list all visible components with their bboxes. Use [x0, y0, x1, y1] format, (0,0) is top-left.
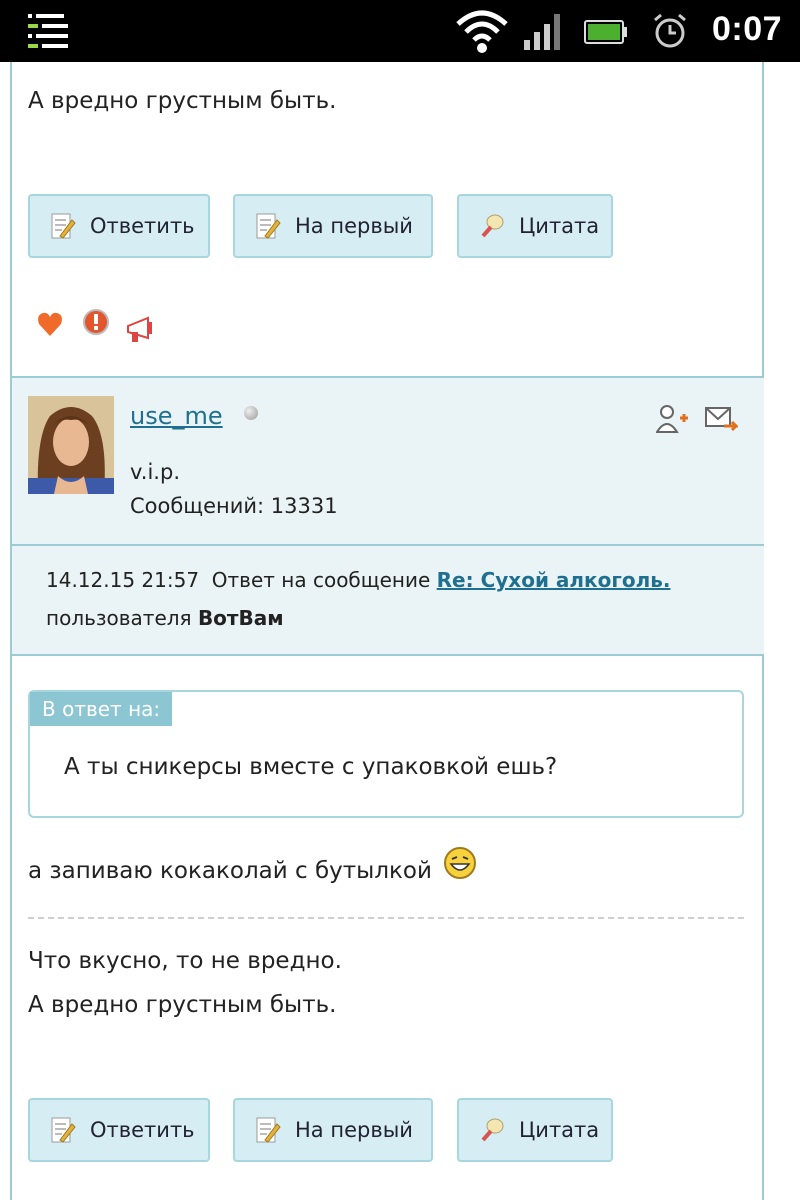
reply-info-bar — [12, 546, 764, 656]
quote-button[interactable]: Цитата — [457, 1098, 613, 1162]
alarm-icon — [654, 13, 686, 48]
quote-label-btn: Цитата — [519, 1118, 600, 1142]
quote-icon — [481, 214, 504, 238]
author-header — [12, 376, 764, 546]
status-dot-icon — [244, 406, 258, 420]
edit-icon — [256, 213, 281, 239]
post-body: а запиваю кокаколай с бутылкой — [28, 846, 477, 884]
post-datetime: 14.12.15 21:57 — [46, 568, 200, 592]
quote-icon — [481, 1118, 504, 1142]
edit-icon — [256, 1117, 281, 1143]
grin-smiley-icon — [444, 847, 477, 879]
topic-link[interactable]: Re: Сухой алкоголь. — [437, 568, 671, 592]
quote-label: В ответ на: — [30, 692, 173, 726]
to-first-button[interactable]: На первый — [233, 1098, 433, 1162]
messages-count: Сообщений: 13331 — [130, 494, 338, 518]
reply-button[interactable]: Ответить — [28, 1098, 210, 1162]
prev-quote-label: Цитата — [519, 214, 600, 238]
prev-reply-button[interactable]: Ответить — [28, 194, 210, 258]
wifi-icon — [456, 10, 508, 53]
signature-line-1: Что вкусно, то не вредно. — [28, 948, 342, 974]
add-friend-icon[interactable] — [656, 404, 690, 434]
prev-reply-label: Ответить — [90, 214, 195, 238]
signal-icon — [524, 14, 560, 50]
battery-icon — [584, 20, 627, 44]
post-actions — [38, 309, 152, 342]
signature-divider — [28, 917, 744, 919]
edit-icon — [51, 213, 76, 239]
post-body-text: а запиваю кокаколай с бутылкой — [28, 858, 432, 884]
username-link[interactable]: use_me — [130, 402, 223, 430]
reply-label: Ответить — [90, 1118, 195, 1142]
to-first-label: На первый — [295, 1118, 413, 1142]
megaphone-icon[interactable] — [127, 316, 152, 342]
notifications-icon[interactable] — [24, 10, 72, 54]
clock: 0:07 — [712, 10, 783, 48]
reply-info-line: 14.12.15 21:57 Ответ на сообщение Re: Су… — [46, 568, 670, 592]
status-bar: 0:07 — [0, 0, 800, 62]
user-role: v.i.p. — [130, 460, 180, 484]
reply-user-line: пользователя ВотВам — [46, 606, 284, 630]
reply-to-text: Ответ на сообщение — [211, 568, 431, 592]
heart-icon[interactable] — [38, 312, 62, 336]
prev-quote-button[interactable]: Цитата — [457, 194, 613, 258]
prev-signature-line: А вредно грустным быть. — [28, 88, 337, 114]
avatar[interactable] — [28, 396, 114, 494]
reply-user-name[interactable]: ВотВам — [198, 606, 284, 630]
signature-line-2: А вредно грустным быть. — [28, 992, 337, 1018]
prev-to-first-button[interactable]: На первый — [233, 194, 433, 258]
prev-to-first-label: На первый — [295, 214, 413, 238]
send-message-icon[interactable] — [704, 404, 738, 434]
reply-user-prefix: пользователя — [46, 606, 192, 630]
quote-text: А ты сникерсы вместе с упаковкой ешь? — [64, 754, 558, 780]
edit-icon — [51, 1117, 76, 1143]
warning-icon[interactable] — [83, 309, 109, 335]
